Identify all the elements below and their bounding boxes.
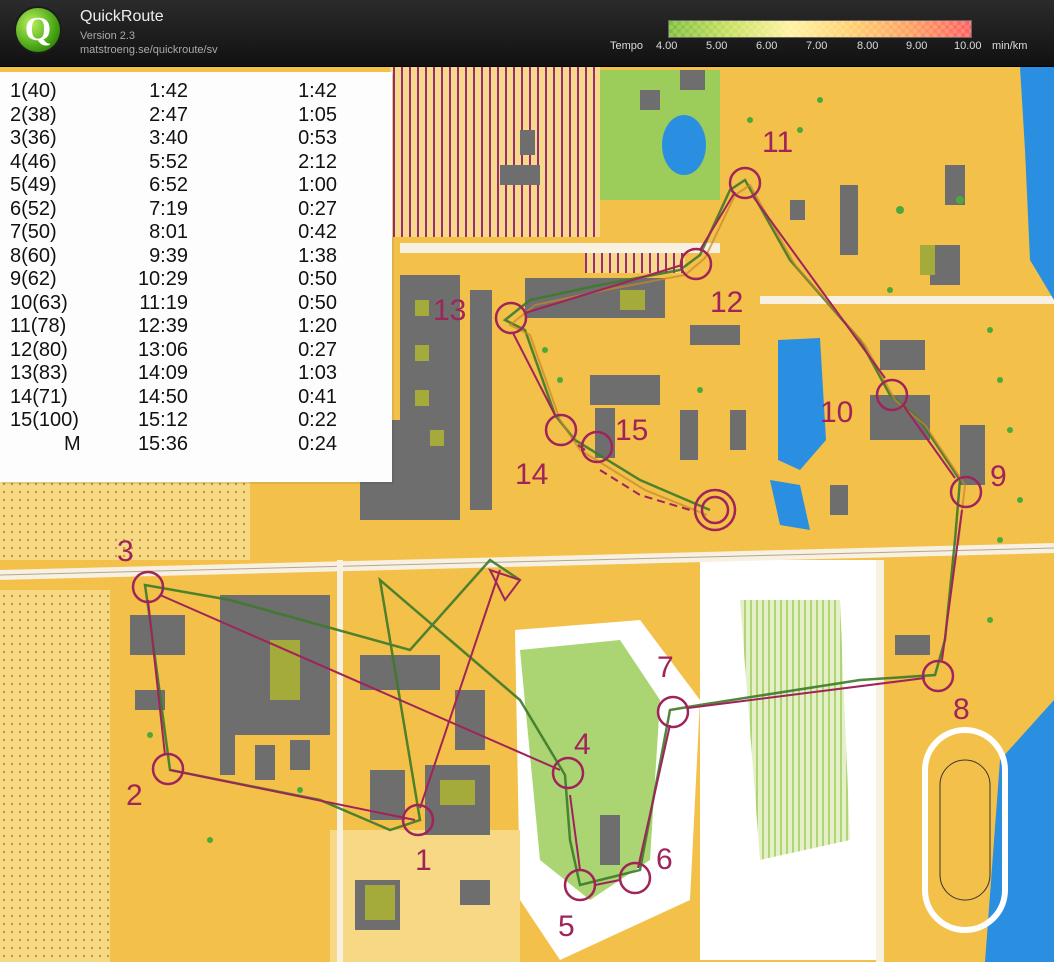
tempo-unit: min/km [992, 40, 1028, 52]
split-total-time: 1:42 [149, 80, 188, 102]
split-control: 14(71) [10, 385, 68, 408]
pond [662, 115, 706, 175]
tempo-color-scale [668, 20, 972, 38]
tempo-tick: 6.00 [756, 40, 778, 52]
control-label-6: 6 [656, 843, 673, 876]
split-row: 9(62) 10:29 0:50 [0, 268, 392, 291]
split-control: 3(36) [10, 127, 57, 149]
tempo-tick: 7.00 [806, 40, 828, 52]
control-label-1: 1 [415, 844, 432, 877]
control-label-7: 7 [657, 651, 674, 684]
control-label-8: 8 [953, 693, 970, 726]
split-total-time: 6:52 [149, 174, 188, 196]
split-control: 2(38) [10, 103, 57, 126]
split-total-time: 8:01 [149, 221, 188, 243]
split-row: 10(63) 11:19 0:50 [0, 292, 392, 315]
split-row: 13(83) 14:09 1:03 [0, 362, 392, 385]
split-row: 5(49) 6:52 1:00 [0, 174, 392, 197]
split-total-time: 12:39 [137, 315, 188, 337]
split-leg-time: 0:22 [298, 409, 337, 431]
tempo-tick: 4.00 [656, 40, 678, 52]
split-leg-time: 0:41 [298, 385, 337, 408]
control-label-15: 15 [615, 414, 649, 447]
split-control: 12(80) [10, 338, 68, 361]
split-leg-time: 1:03 [298, 362, 337, 384]
split-control: 1(40) [10, 80, 57, 102]
split-leg-time: 1:38 [298, 244, 337, 267]
tempo-label: Tempo [610, 40, 644, 52]
split-control: 10(63) [10, 291, 68, 314]
tempo-tick: 5.00 [706, 40, 728, 52]
split-row: 4(46) 5:52 2:12 [0, 151, 392, 174]
split-control: 9(62) [10, 268, 57, 290]
split-row: 2(38) 2:47 1:05 [0, 104, 392, 127]
out-of-bounds-area [390, 67, 600, 237]
tempo-tick: 10.00 [954, 40, 982, 52]
control-label-11: 11 [762, 126, 794, 159]
control-label-4: 4 [574, 728, 591, 761]
split-row: 8(60) 9:39 1:38 [0, 245, 392, 268]
tempo-tick: 8.00 [857, 40, 879, 52]
rough-open-land [0, 590, 110, 962]
split-leg-time: 0:24 [298, 432, 337, 455]
split-total-time: 14:09 [137, 362, 188, 384]
split-row: 7(50) 8:01 0:42 [0, 221, 392, 244]
split-control: 15(100) [10, 409, 79, 431]
split-row: 3(36) 3:40 0:53 [0, 127, 392, 150]
split-control: 4(46) [10, 150, 57, 173]
split-leg-time: 2:12 [298, 150, 337, 173]
split-total-time: 2:47 [149, 103, 188, 126]
split-control: 5(49) [10, 174, 57, 196]
split-leg-time: 0:27 [298, 197, 337, 220]
app-title: QuickRoute [80, 8, 164, 25]
split-row: 6(52) 7:19 0:27 [0, 198, 392, 221]
split-times-table: 1(40) 1:42 1:42 2(38) 2:47 1:05 3(36) 3:40 0:53 4… [0, 72, 392, 482]
control-label-14: 14 [515, 458, 549, 491]
split-row: 14(71) 14:50 0:41 [0, 386, 392, 409]
split-control: 6(52) [10, 197, 57, 220]
split-total-time: 3:40 [149, 127, 188, 149]
split-leg-time: 1:42 [298, 80, 337, 102]
split-row: 1(40) 1:42 1:42 [0, 80, 392, 103]
app-version: Version 2.3 [80, 30, 136, 42]
control-label-2: 2 [126, 779, 143, 812]
split-total-time: 7:19 [149, 197, 188, 220]
split-leg-time: 0:27 [298, 338, 337, 361]
split-total-time: 15:36 [137, 432, 188, 455]
split-total-time: 5:52 [149, 150, 188, 173]
app-header: Q QuickRoute Version 2.3 matstroeng.se/q… [0, 0, 1054, 67]
control-label-3: 3 [117, 535, 134, 568]
split-leg-time: 0:42 [298, 221, 337, 243]
split-row: 15(100) 15:12 0:22 [0, 409, 392, 432]
split-row: 11(78) 12:39 1:20 [0, 315, 392, 338]
split-control: 7(50) [10, 221, 57, 243]
split-leg-time: 1:20 [298, 315, 337, 337]
control-label-5: 5 [558, 910, 575, 943]
split-control: M [64, 432, 81, 455]
split-leg-time: 1:00 [298, 174, 337, 196]
split-total-time: 13:06 [137, 338, 188, 361]
split-row: M 15:36 0:24 [0, 433, 392, 456]
control-label-13: 13 [433, 294, 467, 327]
split-total-time: 14:50 [137, 385, 188, 408]
split-leg-time: 0:50 [298, 268, 337, 290]
control-label-12: 12 [710, 286, 744, 319]
app-url[interactable]: matstroeng.se/quickroute/sv [80, 44, 218, 56]
split-total-time: 11:19 [139, 291, 188, 314]
split-control: 13(83) [10, 362, 68, 384]
split-leg-time: 0:50 [298, 291, 337, 314]
split-leg-time: 1:05 [298, 103, 337, 126]
split-total-time: 10:29 [137, 268, 188, 290]
split-control: 11(78) [10, 315, 67, 337]
split-control: 8(60) [10, 244, 57, 267]
control-label-9: 9 [990, 460, 1007, 493]
quickroute-logo-icon: Q [16, 8, 60, 52]
tempo-tick: 9.00 [906, 40, 928, 52]
split-total-time: 15:12 [137, 409, 188, 431]
split-total-time: 9:39 [149, 244, 188, 267]
control-label-10: 10 [820, 396, 854, 429]
split-row: 12(80) 13:06 0:27 [0, 339, 392, 362]
split-leg-time: 0:53 [298, 127, 337, 149]
